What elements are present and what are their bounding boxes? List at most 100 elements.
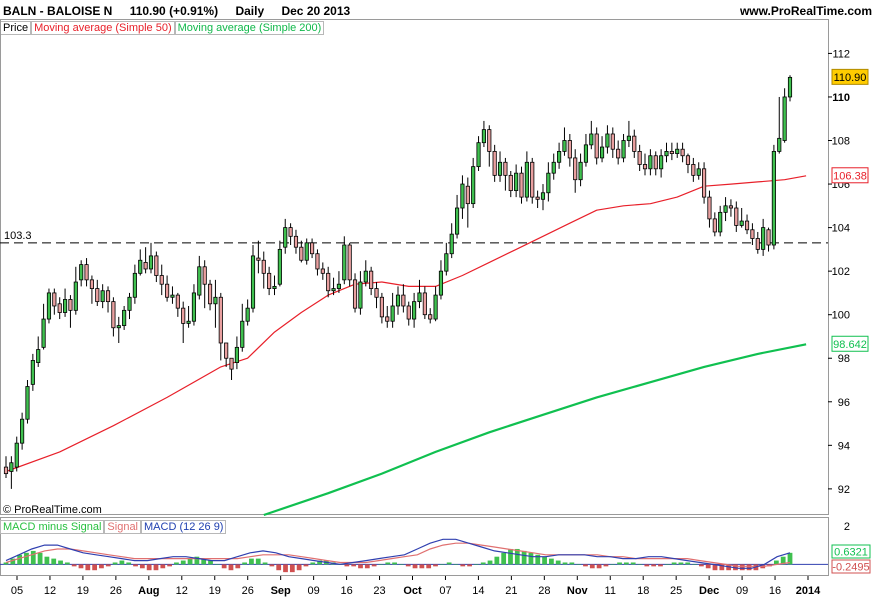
candle-up (476, 142, 481, 168)
macd-hist-bar (678, 562, 684, 565)
candle-down (224, 342, 229, 359)
candle-up (20, 418, 25, 444)
macd-hist-bar (399, 564, 404, 565)
candle-up (331, 288, 336, 292)
macd-hist-bar (494, 556, 500, 565)
macd-hist-bar (30, 550, 36, 565)
candle-up (761, 227, 766, 250)
candle-down (95, 288, 100, 303)
macd-hist-bar (589, 564, 595, 569)
macd-hist-bar (610, 564, 616, 565)
macd-hist-bar (528, 552, 534, 565)
macd-hist-bar (739, 564, 745, 571)
macd-hist-bar (221, 564, 227, 569)
macd-hist-bar (228, 564, 234, 571)
candle-down (594, 133, 599, 159)
macd-hist-bar (58, 560, 63, 565)
candle-up (787, 76, 793, 98)
candle-up (771, 150, 776, 246)
x-tick-label: 12 (176, 585, 188, 597)
candle-down (326, 272, 331, 292)
macd-hist-bar (24, 552, 29, 565)
legend-macd[interactable]: MACD (12 26 9) (141, 520, 227, 534)
candle-up (664, 150, 669, 157)
candle-up (659, 155, 664, 170)
macd-hist-bar (446, 562, 452, 565)
macd-hist-bar (269, 564, 275, 567)
price-badge-label: 110.90 (834, 72, 867, 84)
x-tick-label: 16 (769, 585, 781, 597)
macd-hist-bar (71, 564, 77, 567)
x-tick-label: 21 (505, 585, 517, 597)
candle-up (132, 272, 137, 298)
x-tick-label: 14 (472, 585, 484, 597)
macd-hist-bar (569, 562, 575, 565)
candle-down (352, 279, 358, 309)
candle-down (406, 305, 411, 320)
candle-up (127, 296, 132, 311)
macd-hist-bar (3, 562, 9, 565)
candle-down (207, 283, 213, 305)
x-tick-label: 19 (209, 585, 221, 597)
candle-up (122, 309, 127, 326)
macd-hist-bar (44, 556, 50, 565)
macd-hist-bar (160, 564, 166, 569)
candle-up (551, 161, 556, 174)
y-tick-label: 100 (832, 310, 850, 322)
candle-down (616, 148, 621, 159)
candle-up (417, 292, 422, 303)
macd-hist-bar (344, 564, 350, 567)
candle-down (691, 164, 696, 176)
candle-up (546, 172, 551, 194)
y-tick-label: 96 (838, 397, 850, 409)
candle-down (369, 270, 374, 289)
candle-up (197, 266, 202, 296)
candle-up (455, 207, 460, 235)
candle-down (734, 207, 739, 226)
legend-macd-hist[interactable]: MACD minus Signal (0, 520, 105, 534)
macd-hist-bar (412, 564, 418, 569)
candle-down (288, 227, 293, 237)
macd-hist-bar (698, 564, 704, 567)
candle-down (680, 148, 685, 157)
candle-down (653, 155, 658, 170)
y-tick-label: 112 (832, 48, 850, 60)
candle-up (460, 183, 465, 209)
macd-hist-bar (658, 564, 663, 567)
candle-down (573, 157, 578, 181)
candle-down (750, 229, 755, 239)
price-badge-label: 106.38 (833, 170, 867, 182)
candle-up (148, 255, 154, 270)
candle-down (3, 466, 9, 475)
candle-down (379, 296, 384, 318)
candle-up (358, 281, 363, 309)
candle-up (777, 137, 782, 152)
candle-down (68, 299, 73, 311)
x-tick-label: 09 (308, 585, 320, 597)
candle-up (395, 294, 401, 307)
x-tick-label: Sep (271, 585, 291, 597)
candle-down (728, 205, 733, 209)
legend-macd-signal[interactable]: Signal (104, 520, 141, 534)
candle-up (605, 133, 610, 148)
candle-up (170, 294, 175, 298)
candle-down (642, 164, 648, 170)
candle-up (245, 307, 250, 322)
candle-up (621, 140, 626, 159)
candle-up (648, 155, 653, 170)
macd-hist-bar (596, 564, 602, 569)
candle-down (202, 266, 207, 285)
candle-up (41, 318, 46, 348)
macd-hist-bar (487, 560, 493, 565)
macd-badge-label: 0.6321 (834, 547, 868, 559)
candle-up (583, 144, 589, 163)
macd-hist-bar (419, 564, 425, 569)
candle-up (524, 161, 529, 198)
macd-hist-bar (358, 564, 363, 569)
candle-down (293, 235, 299, 248)
candle-down (159, 275, 164, 285)
candle-up (696, 168, 701, 176)
x-tick-label: 2014 (796, 585, 821, 597)
candle-down (744, 220, 750, 231)
candle-up (100, 290, 105, 303)
